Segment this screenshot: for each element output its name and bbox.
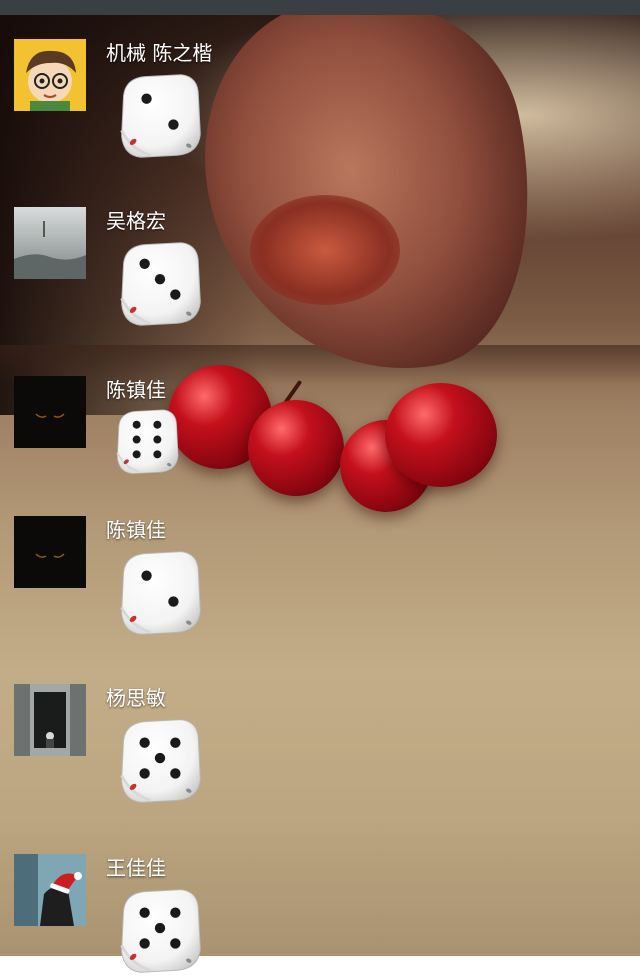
contact-name: 王佳佳 bbox=[106, 856, 166, 880]
contact-name: 吴格宏 bbox=[106, 209, 166, 233]
doorway-avatar-icon[interactable] bbox=[14, 684, 86, 756]
dice-5-icon bbox=[112, 712, 208, 808]
contact-row[interactable]: 杨思敏 bbox=[0, 660, 640, 810]
dice-5-icon bbox=[112, 882, 208, 978]
santa-hat-avatar-icon[interactable] bbox=[14, 854, 86, 926]
contact-name: 机械 陈之楷 bbox=[106, 41, 213, 65]
dark-eyes-avatar-icon[interactable] bbox=[14, 376, 86, 448]
contact-name: 杨思敏 bbox=[106, 686, 166, 710]
contact-name: 陈镇佳 bbox=[106, 378, 166, 402]
misty-landscape-avatar-icon[interactable] bbox=[14, 207, 86, 279]
cartoon-boy-avatar-icon[interactable] bbox=[14, 39, 86, 111]
contact-row[interactable]: 王佳佳 bbox=[0, 830, 640, 980]
contact-row[interactable]: 陈镇佳 bbox=[0, 492, 640, 642]
contact-row[interactable]: 陈镇佳 bbox=[0, 352, 640, 502]
status-bar bbox=[0, 0, 640, 15]
dark-eyes-avatar-icon[interactable] bbox=[14, 516, 86, 588]
dice-2-icon bbox=[112, 67, 208, 163]
dice-2-icon bbox=[112, 544, 208, 640]
contact-name: 陈镇佳 bbox=[106, 518, 166, 542]
dice-6-icon bbox=[110, 404, 184, 478]
contact-row[interactable]: 吴格宏 bbox=[0, 183, 640, 333]
dice-3-icon bbox=[112, 235, 208, 331]
contact-row[interactable]: 机械 陈之楷 bbox=[0, 15, 640, 165]
